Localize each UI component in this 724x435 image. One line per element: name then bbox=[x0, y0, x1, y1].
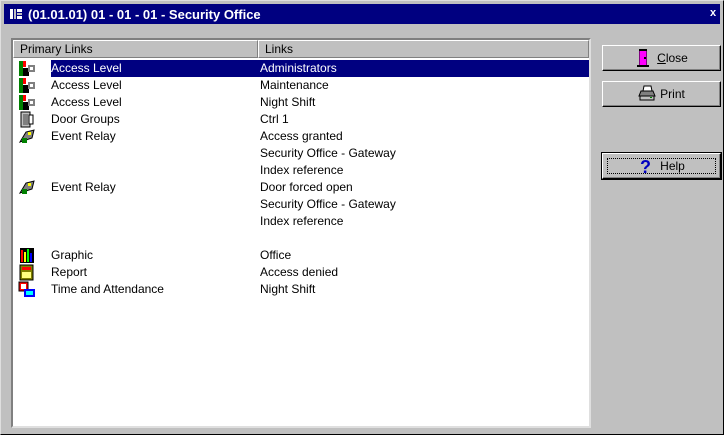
close-button-label: Close bbox=[657, 51, 688, 65]
report-icon bbox=[18, 264, 36, 281]
list-row[interactable]: Event Relay Access granted bbox=[13, 128, 589, 145]
link-cell: Ctrl 1 bbox=[260, 112, 289, 126]
security-office-window: (01.01.01) 01 - 01 - 01 - Security Offic… bbox=[0, 0, 724, 435]
list-row[interactable]: Graphic Office bbox=[13, 247, 589, 264]
link-cell: Index reference bbox=[260, 214, 344, 228]
primary-link-cell: Access Level bbox=[51, 78, 122, 92]
link-cell: Office bbox=[260, 248, 292, 262]
list-row[interactable]: Index reference bbox=[13, 162, 589, 179]
window-close-icon[interactable]: x bbox=[710, 6, 720, 20]
column-header-primary-links[interactable]: Primary Links bbox=[13, 40, 258, 58]
list-row[interactable]: Event Relay Door forced open bbox=[13, 179, 589, 196]
link-cell: Access granted bbox=[260, 129, 343, 143]
list-row[interactable]: Access Level Administrators bbox=[13, 60, 589, 77]
link-cell: Maintenance bbox=[260, 78, 329, 92]
link-cell: Night Shift bbox=[260, 95, 316, 109]
event-relay-icon bbox=[18, 179, 36, 196]
list-row[interactable]: Access Level Night Shift bbox=[13, 94, 589, 111]
access-level-icon bbox=[18, 77, 36, 94]
focus-rectangle bbox=[607, 158, 716, 174]
window-app-icon[interactable] bbox=[9, 7, 23, 21]
door-icon bbox=[635, 49, 651, 67]
primary-link-cell: Graphic bbox=[51, 248, 94, 262]
list-row[interactable]: Security Office - Gateway bbox=[13, 196, 589, 213]
help-button[interactable]: ? Help bbox=[601, 152, 722, 180]
link-cell: Access denied bbox=[260, 265, 339, 279]
list-row[interactable]: Door Groups Ctrl 1 bbox=[13, 111, 589, 128]
primary-link-cell: Access Level bbox=[51, 95, 122, 109]
time-attendance-icon bbox=[18, 281, 36, 298]
window-title: (01.01.01) 01 - 01 - 01 - Security Offic… bbox=[28, 6, 261, 22]
list-header: Primary Links Links bbox=[13, 40, 589, 58]
links-list-view[interactable]: Primary Links Links Access Level Administ… bbox=[11, 38, 591, 428]
link-cell: Administrators bbox=[260, 61, 337, 75]
primary-link-cell: Time and Attendance bbox=[51, 282, 164, 296]
link-cell: Index reference bbox=[260, 163, 344, 177]
list-row[interactable]: Security Office - Gateway bbox=[13, 145, 589, 162]
print-button-label: Print bbox=[660, 87, 685, 101]
event-relay-icon bbox=[18, 128, 36, 145]
list-row[interactable] bbox=[13, 230, 589, 247]
graphic-icon bbox=[18, 247, 36, 264]
print-button[interactable]: Print bbox=[602, 81, 721, 107]
list-row[interactable]: Time and Attendance Night Shift bbox=[13, 281, 589, 298]
link-cell: Night Shift bbox=[260, 282, 316, 296]
column-header-links[interactable]: Links bbox=[258, 40, 589, 58]
list-row[interactable]: Index reference bbox=[13, 213, 589, 230]
list-rows: Access Level Administrators Access Level Ma… bbox=[13, 60, 589, 298]
access-level-icon bbox=[18, 60, 36, 77]
close-button[interactable]: Close bbox=[602, 45, 721, 71]
printer-icon bbox=[638, 85, 656, 103]
link-cell: Security Office - Gateway bbox=[260, 197, 396, 211]
list-row[interactable]: Report Access denied bbox=[13, 264, 589, 281]
primary-link-cell: Door Groups bbox=[51, 112, 120, 126]
question-mark-icon: ? bbox=[638, 157, 654, 177]
access-level-icon bbox=[18, 94, 36, 111]
primary-link-cell: Event Relay bbox=[51, 180, 116, 194]
primary-link-cell: Report bbox=[51, 265, 88, 279]
door-groups-icon bbox=[18, 111, 36, 128]
primary-link-cell: Access Level bbox=[51, 61, 122, 75]
list-row[interactable]: Access Level Maintenance bbox=[13, 77, 589, 94]
primary-link-cell: Event Relay bbox=[51, 129, 116, 143]
svg-text:?: ? bbox=[640, 157, 651, 175]
link-cell: Security Office - Gateway bbox=[260, 146, 396, 160]
link-cell: Door forced open bbox=[260, 180, 353, 194]
title-bar[interactable]: (01.01.01) 01 - 01 - 01 - Security Offic… bbox=[4, 4, 720, 24]
